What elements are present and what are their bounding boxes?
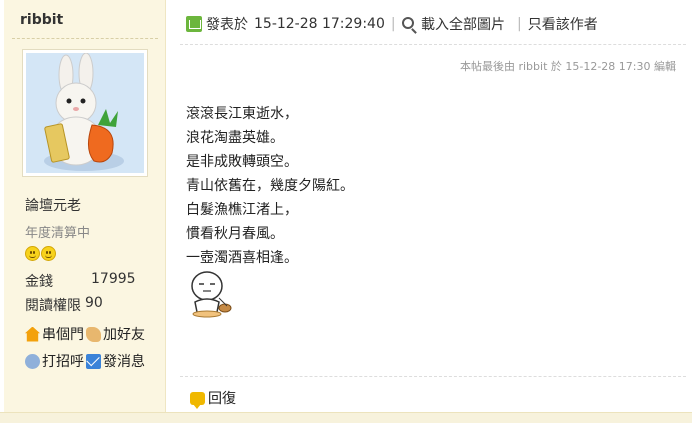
separator: | [517,16,522,32]
greet-button[interactable]: 打招呼 [25,351,84,371]
posted-prefix: 發表於 [206,17,248,33]
user-rank: 論壇元老 [25,198,81,214]
greet-icon [25,353,40,369]
post-meta-bar: 發表於 15-12-28 17:29:40 | 載入全部圖片 | 只看該作者 [206,14,598,34]
post-icon [186,16,202,32]
post-line: 滾滾長江東逝水， [186,106,298,122]
money-label: 金錢 [25,274,53,290]
rank-stars [25,246,56,261]
post-footer-band [0,412,692,423]
post-line: 慣看秋月春風。 [186,226,284,242]
divider [180,376,686,377]
greet-label: 打招呼 [42,354,84,370]
money-stat: 金錢 17995 [25,271,136,291]
author-username[interactable]: ribbit [20,12,63,28]
load-all-images-link[interactable]: 載入全部圖片 [401,14,506,34]
visit-button[interactable]: 串個門 [25,324,84,344]
read-permission-stat: 閱讀權限 90 [25,295,103,315]
posted-time: 15-12-28 17:29:40 [254,16,385,32]
only-author-link[interactable]: 只看該作者 [528,14,598,34]
user-status: 年度清算中 [25,226,91,241]
avatar-image [26,53,144,173]
read-permission-label: 閱讀權限 [25,298,81,314]
edit-note: 本帖最後由 ribbit 於 15-12-28 17:30 編輯 [459,60,676,73]
load-all-images-label: 載入全部圖片 [421,17,506,33]
read-permission-value: 90 [85,295,103,311]
avatar[interactable] [22,49,148,177]
post-line: 白髮漁樵江渚上， [186,202,298,218]
add-friend-label: 加好友 [103,327,145,343]
add-friend-button[interactable]: 加好友 [86,324,145,344]
author-panel: ribbit 論壇元老 年度清算中 金錢 17995 閱讀權限 90 串個門 加… [4,0,166,423]
emoticon-image [187,268,235,320]
mail-icon [86,353,101,369]
divider [180,44,686,45]
separator: | [390,16,396,32]
reply-icon [190,391,205,409]
send-message-label: 發消息 [103,354,145,370]
home-icon [25,326,40,342]
divider [12,38,158,39]
post-line: 浪花淘盡英雄。 [186,130,284,146]
smiley-icon [41,246,56,261]
smiley-icon [25,246,40,261]
reply-label: 回復 [208,391,236,407]
author-actions-row-2: 打招呼 發消息 [25,351,147,371]
send-message-button[interactable]: 發消息 [86,351,145,371]
visit-label: 串個門 [42,327,84,343]
handshake-icon [86,326,101,342]
post-line: 一壺濁酒喜相逢。 [186,250,298,266]
author-actions-row-1: 串個門 加好友 [25,324,147,344]
post-line: 青山依舊在，幾度夕陽紅。 [186,178,354,194]
post-content: 滾滾長江東逝水， 浪花淘盡英雄。 是非成敗轉頭空。 青山依舊在，幾度夕陽紅。 白… [186,102,354,270]
money-value: 17995 [91,271,136,287]
reply-button[interactable]: 回復 [190,388,236,409]
search-icon [401,17,414,29]
post-line: 是非成敗轉頭空。 [186,154,298,170]
